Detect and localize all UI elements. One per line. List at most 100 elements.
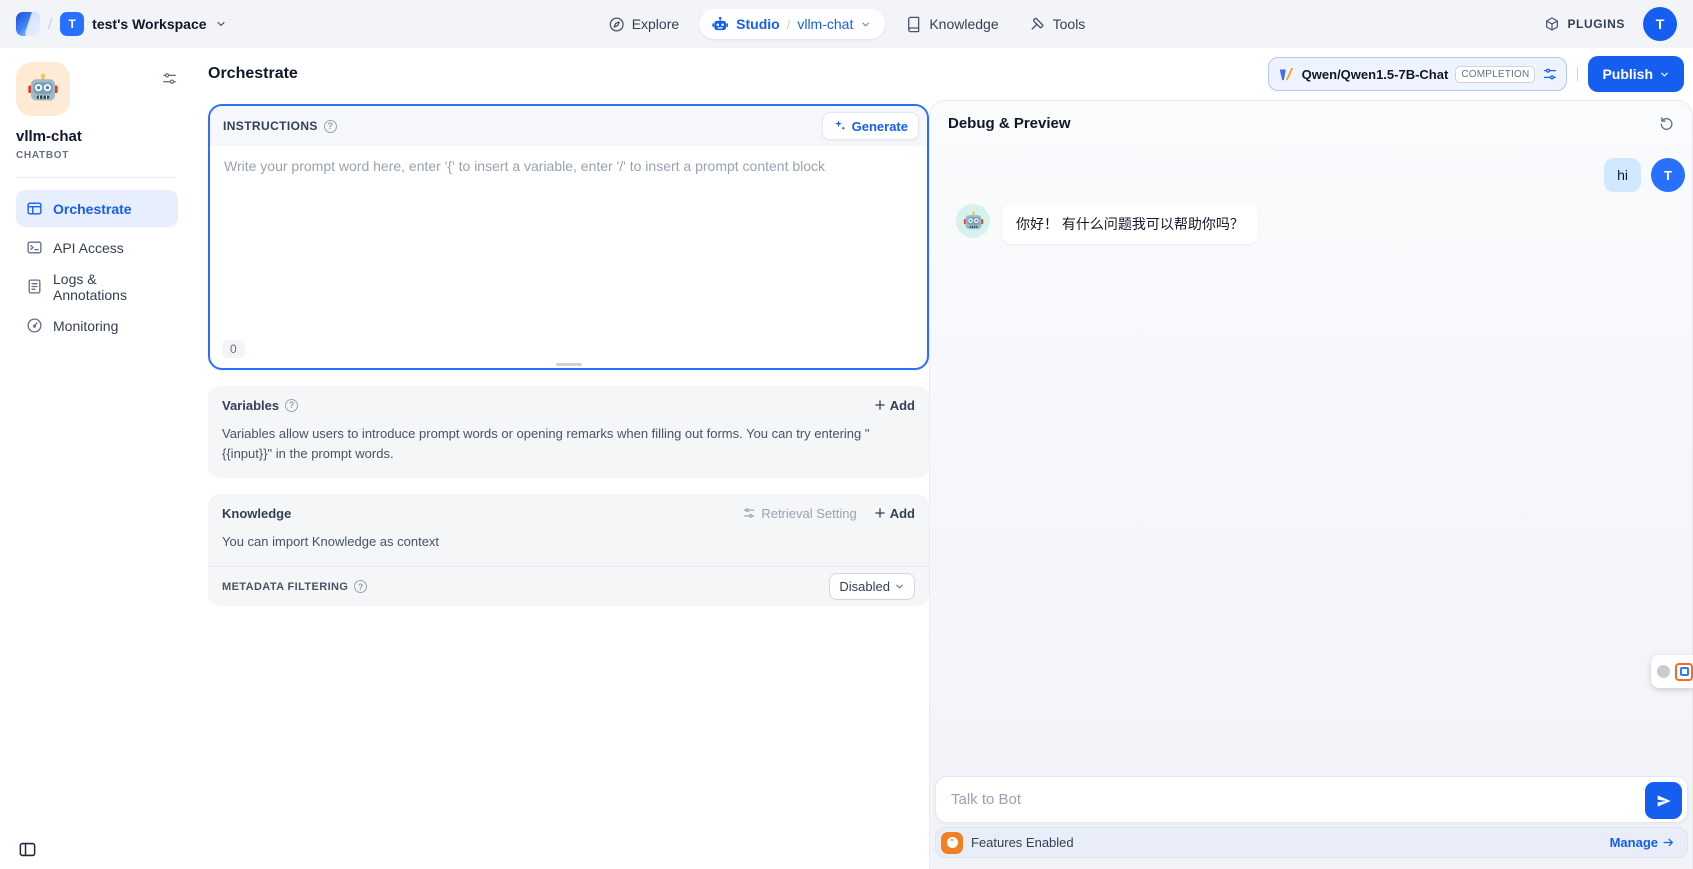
publish-button[interactable]: Publish (1588, 56, 1684, 92)
plugins-box-icon (1544, 16, 1560, 32)
instructions-panel: INSTRUCTIONS ? Generate 0 (208, 104, 929, 370)
workspace-avatar[interactable]: T (60, 12, 84, 36)
dify-logo[interactable] (16, 12, 40, 36)
knowledge-title: Knowledge (222, 506, 291, 521)
help-icon[interactable]: ? (354, 580, 367, 593)
bot-message-bubble: 你好！ 有什么问题我可以帮助你吗？ (1002, 204, 1258, 244)
sidebar-item-orchestrate[interactable]: Orchestrate (16, 190, 178, 227)
robot-emoji-icon (27, 73, 59, 105)
manage-features-link[interactable]: Manage (1610, 835, 1675, 850)
user-message-row: hi T (930, 158, 1692, 192)
orchestrate-column: INSTRUCTIONS ? Generate 0 (208, 100, 929, 869)
hammer-icon (1029, 16, 1046, 33)
top-bar-right: PLUGINS T (1544, 7, 1677, 41)
model-selector[interactable]: Qwen/Qwen1.5-7B-Chat COMPLETION (1268, 57, 1568, 91)
chevron-down-icon[interactable] (860, 19, 871, 30)
app-type-label: CHATBOT (16, 150, 178, 161)
generate-label: Generate (852, 119, 908, 134)
generate-button[interactable]: Generate (822, 112, 919, 140)
bot-chat-avatar (956, 204, 990, 238)
retrieval-setting-button[interactable]: Retrieval Setting (742, 506, 856, 521)
debug-header: Debug & Preview (930, 101, 1692, 132)
knowledge-description: You can import Knowledge as context (208, 532, 929, 566)
add-knowledge-button[interactable]: Add (873, 506, 915, 521)
chevron-down-icon (894, 581, 905, 592)
sidebar-item-label: Logs & Annotations (53, 271, 168, 303)
app-window: / T test's Workspace Explore Studio / vl… (0, 0, 1693, 869)
prompt-editor (210, 146, 927, 330)
metadata-filtering-value: Disabled (839, 579, 890, 594)
model-config-sliders-icon[interactable] (1542, 66, 1558, 82)
slash-divider: / (48, 16, 52, 33)
nav-knowledge[interactable]: Knowledge (895, 10, 1008, 39)
sidebar-item-label: Monitoring (53, 318, 118, 334)
nav-tools[interactable]: Tools (1019, 10, 1096, 39)
variables-panel: Variables ? Add Variables allow users to… (208, 386, 929, 478)
prompt-textarea[interactable] (216, 150, 921, 330)
main-area: Orchestrate Qwen/Qwen1.5-7B-Chat COMPLET… (190, 48, 1693, 869)
chevron-down-icon (1659, 69, 1670, 80)
app-sidebar: vllm-chat CHATBOT Orchestrate API Access… (0, 48, 190, 869)
bot-message-row: 你好！ 有什么问题我可以帮助你吗？ (930, 204, 1692, 244)
debug-title: Debug & Preview (948, 115, 1071, 132)
user-avatar[interactable]: T (1643, 7, 1677, 41)
collapse-sidebar-icon[interactable] (18, 840, 37, 859)
instructions-header: INSTRUCTIONS ? Generate (210, 106, 927, 146)
help-icon[interactable]: ? (285, 399, 298, 412)
plugins-button[interactable]: PLUGINS (1544, 16, 1625, 32)
user-message-bubble: hi (1604, 158, 1641, 192)
manage-label: Manage (1610, 835, 1658, 850)
workspace-area: / T test's Workspace (16, 12, 227, 36)
user-chat-avatar: T (1651, 158, 1685, 192)
variables-description: Variables allow users to introduce promp… (208, 424, 929, 478)
plus-icon (873, 506, 887, 520)
terminal-icon (26, 239, 43, 256)
arrow-right-icon (1662, 836, 1675, 849)
top-bar: / T test's Workspace Explore Studio / vl… (0, 0, 1693, 48)
vllm-logo-icon (1278, 66, 1295, 83)
explore-icon (608, 16, 625, 33)
orchestrate-window-icon (26, 200, 43, 217)
nav-knowledge-label: Knowledge (929, 16, 998, 32)
publish-label: Publish (1602, 66, 1653, 82)
resize-handle[interactable] (556, 363, 582, 366)
slash-divider: / (787, 17, 791, 32)
nav-explore[interactable]: Explore (598, 10, 689, 39)
chat-messages: hi T 你好！ 有什么问题我可以帮助你吗？ (930, 158, 1692, 244)
sidebar-item-monitoring[interactable]: Monitoring (16, 307, 178, 344)
workspace-name[interactable]: test's Workspace (92, 16, 206, 32)
divider (16, 177, 176, 178)
knowledge-header: Knowledge Retrieval Setting Add (208, 494, 929, 532)
instructions-title: INSTRUCTIONS (223, 119, 318, 133)
content-area: vllm-chat CHATBOT Orchestrate API Access… (0, 48, 1693, 869)
nav-tools-label: Tools (1053, 16, 1086, 32)
chat-bottom-area: " Features Enabled Manage (935, 776, 1688, 858)
features-bar: " Features Enabled Manage (935, 827, 1688, 858)
widget-dot (1657, 665, 1670, 678)
plus-icon (873, 398, 887, 412)
metadata-filtering-title: METADATA FILTERING (222, 581, 348, 593)
metadata-filtering-dropdown[interactable]: Disabled (829, 573, 915, 600)
nav-studio[interactable]: Studio / vllm-chat (699, 9, 885, 39)
features-icon: " (941, 832, 963, 854)
chevron-down-icon[interactable] (215, 18, 227, 30)
book-icon (905, 16, 922, 33)
app-settings-icon[interactable] (161, 70, 178, 87)
restart-icon[interactable] (1658, 115, 1675, 132)
floating-extension-widget[interactable] (1651, 655, 1693, 688)
retrieval-setting-label: Retrieval Setting (761, 506, 856, 521)
send-button[interactable] (1645, 782, 1682, 819)
add-variable-button[interactable]: Add (873, 398, 915, 413)
sidebar-item-api-access[interactable]: API Access (16, 229, 178, 266)
nav-explore-label: Explore (632, 16, 679, 32)
logs-document-icon (26, 278, 43, 295)
help-icon[interactable]: ? (324, 120, 337, 133)
chat-input[interactable] (936, 777, 1687, 822)
app-icon (16, 62, 70, 116)
char-count-badge: 0 (222, 340, 245, 358)
app-name: vllm-chat (16, 128, 178, 145)
sidebar-item-logs-annotations[interactable]: Logs & Annotations (16, 268, 178, 305)
add-label: Add (890, 506, 915, 521)
knowledge-panel: Knowledge Retrieval Setting Add (208, 494, 929, 606)
sidebar-item-label: Orchestrate (53, 201, 132, 217)
